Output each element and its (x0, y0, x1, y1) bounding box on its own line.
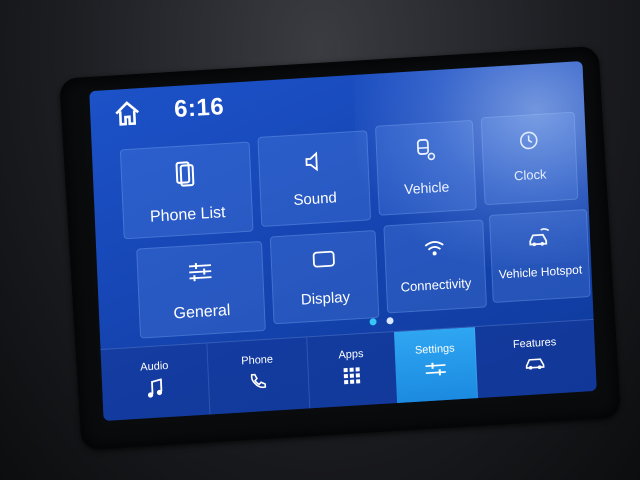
page-indicator (369, 311, 400, 331)
nav-label: Apps (338, 347, 364, 362)
tile-display[interactable]: Display (269, 229, 380, 325)
apps-grid-icon (343, 367, 361, 385)
tile-general[interactable]: General (136, 240, 266, 339)
tile-clock[interactable]: Clock (480, 111, 579, 206)
tile-label: Sound (293, 189, 338, 209)
tile-label: Connectivity (400, 275, 472, 295)
nav-label: Features (512, 336, 557, 351)
clock-icon (519, 131, 538, 150)
phone-list-icon (175, 161, 195, 187)
phone-handset-icon (250, 373, 267, 389)
tile-vehicle[interactable]: Vehicle (375, 119, 477, 216)
tile-label: Clock (513, 166, 547, 184)
tile-label: General (173, 302, 231, 323)
nav-label: Phone (241, 353, 274, 368)
music-note-icon (147, 378, 163, 398)
status-time: 6:16 (173, 93, 225, 124)
tile-label: Phone List (149, 204, 226, 226)
hotspot-car-icon (529, 228, 550, 247)
nav-label: Settings (414, 342, 455, 357)
nav-audio[interactable]: Audio (100, 343, 211, 421)
display-icon (312, 250, 335, 268)
tile-label: Vehicle (403, 178, 450, 198)
speaker-icon (305, 151, 318, 172)
nav-settings[interactable]: Settings (394, 327, 479, 404)
tile-sound[interactable]: Sound (257, 130, 372, 227)
settings-sliders-icon (425, 362, 446, 376)
tile-vehicle-hotspot[interactable]: Vehicle Hotspot (488, 209, 591, 303)
nav-label: Audio (140, 359, 169, 374)
tile-connectivity[interactable]: Connectivity (383, 219, 488, 314)
home-button[interactable] (112, 98, 143, 128)
tile-label: Display (300, 288, 351, 309)
tile-phone-list[interactable]: Phone List (119, 141, 254, 240)
sliders-icon (188, 262, 212, 282)
page-dot-active[interactable] (369, 318, 377, 326)
wifi-icon (424, 241, 444, 256)
page-dot[interactable] (386, 317, 395, 325)
car-features-icon (525, 358, 545, 370)
infotainment-screen: 6:16 Phone List Sound Vehicle Clock Gene… (89, 61, 597, 421)
tile-label: Vehicle Hotspot (498, 262, 583, 282)
nav-apps[interactable]: Apps (306, 331, 399, 410)
vehicle-settings-icon (416, 138, 436, 161)
nav-features[interactable]: Features (474, 320, 597, 399)
home-icon (115, 101, 140, 126)
nav-phone[interactable]: Phone (206, 337, 311, 416)
